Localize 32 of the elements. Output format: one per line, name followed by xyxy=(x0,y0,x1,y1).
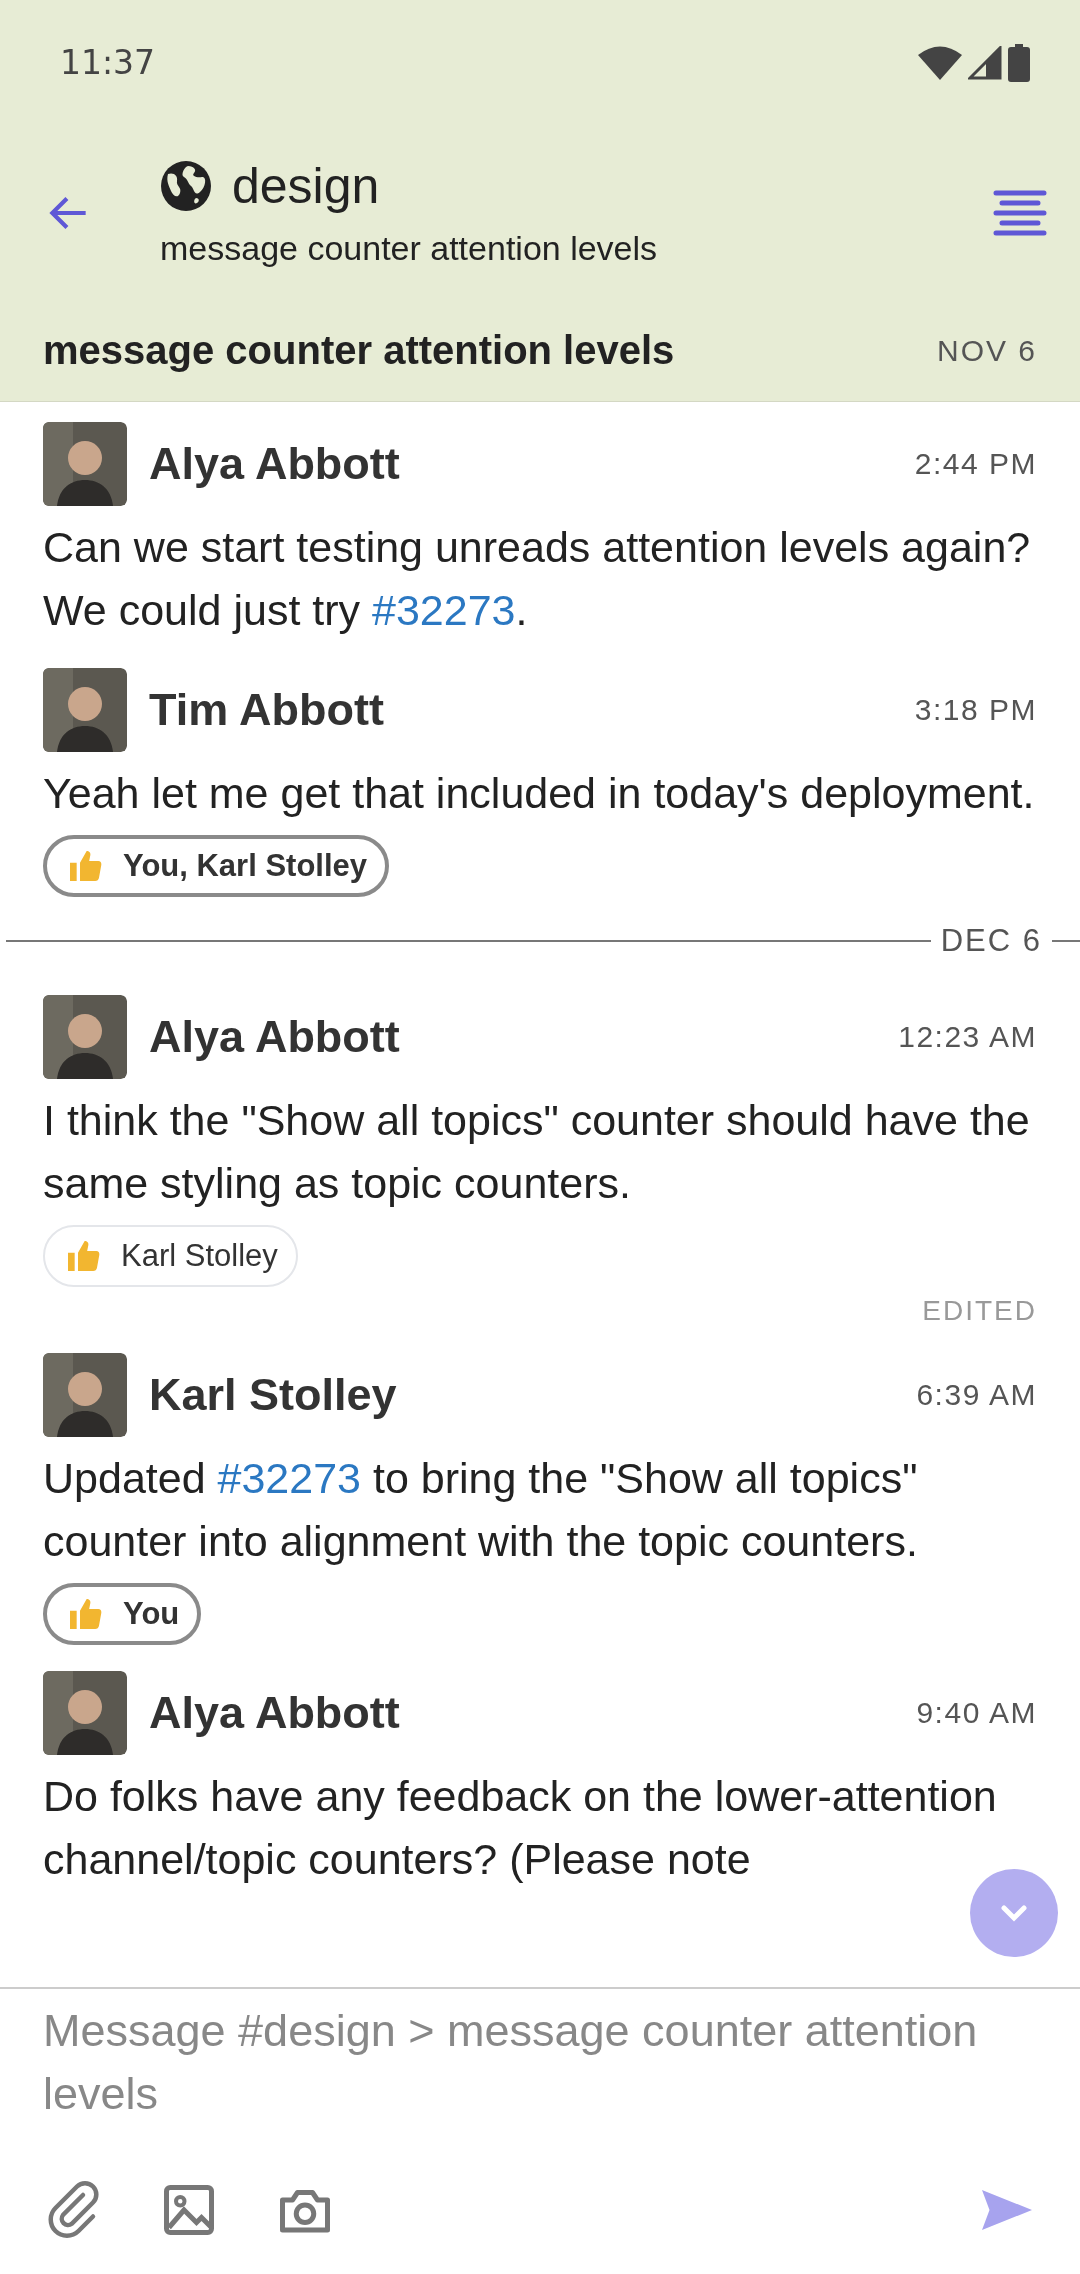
battery-icon xyxy=(1008,43,1030,82)
topic-date: NOV 6 xyxy=(936,333,1037,368)
message-text: Yeah let me get that included in today's deployment. xyxy=(43,768,1036,819)
message-time: 12:23 AM xyxy=(898,1020,1037,1054)
topic-subtitle: message counter attention levels xyxy=(160,229,659,268)
sender-name[interactable]: Alya Abbott xyxy=(149,438,893,490)
message-time: 9:40 AM xyxy=(916,1696,1037,1730)
topic-title: message counter attention levels xyxy=(43,328,675,373)
issue-link[interactable]: #32273 xyxy=(372,586,516,634)
status-time: 11:37 xyxy=(60,43,156,82)
channel-name: design xyxy=(232,157,380,215)
message-text: Do folks have any feedback on the lower-attention channel/topic counters? (Please note xyxy=(43,1771,998,1885)
sender-name[interactable]: Alya Abbott xyxy=(149,1011,877,1063)
sender-name[interactable]: Alya Abbott xyxy=(149,1687,895,1739)
reaction-chip[interactable]: You xyxy=(43,1583,202,1645)
message-input[interactable]: Message #design > message counter attention levels xyxy=(43,1999,1037,2170)
message-text: Updated #32273 to bring the "Show all topics" counter into alignment with the topic counters. xyxy=(43,1453,919,1567)
message-text: I think the "Show all topics" counter should have the same styling as topic counters. xyxy=(43,1095,1031,1209)
message-time: 6:39 AM xyxy=(916,1378,1037,1412)
reaction-chip[interactable]: You, Karl Stolley xyxy=(43,835,390,897)
sender-name[interactable]: Karl Stolley xyxy=(149,1369,895,1421)
reaction-chip[interactable]: Karl Stolley xyxy=(43,1225,298,1287)
date-divider-label: DEC 6 xyxy=(940,923,1042,959)
sender-name[interactable]: Tim Abbott xyxy=(149,684,893,736)
issue-link[interactable]: #32273 xyxy=(217,1454,362,1502)
message-time: 2:44 PM xyxy=(914,447,1037,481)
message-time: 3:18 PM xyxy=(914,693,1037,727)
message-text: Can we start testing unreads attention levels again? We could just try #32273. xyxy=(43,522,1032,636)
edited-label: EDITED xyxy=(922,1295,1037,1327)
globe-icon xyxy=(160,160,212,212)
signal-icon xyxy=(968,45,1002,80)
wifi-icon xyxy=(918,45,962,80)
